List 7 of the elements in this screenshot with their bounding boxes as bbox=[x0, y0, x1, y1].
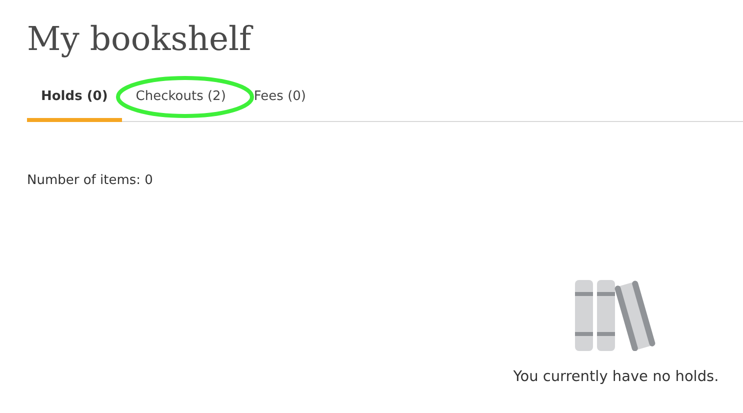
empty-message: You currently have no holds. bbox=[513, 369, 719, 385]
page-title: My bookshelf bbox=[27, 18, 254, 60]
books-icon bbox=[575, 280, 657, 351]
item-count: Number of items: 0 bbox=[27, 173, 154, 188]
tab[interactable]: Fees (0) bbox=[240, 83, 320, 122]
tab[interactable]: Holds (0) bbox=[27, 83, 122, 122]
tab[interactable]: Checkouts (2) bbox=[122, 83, 240, 122]
